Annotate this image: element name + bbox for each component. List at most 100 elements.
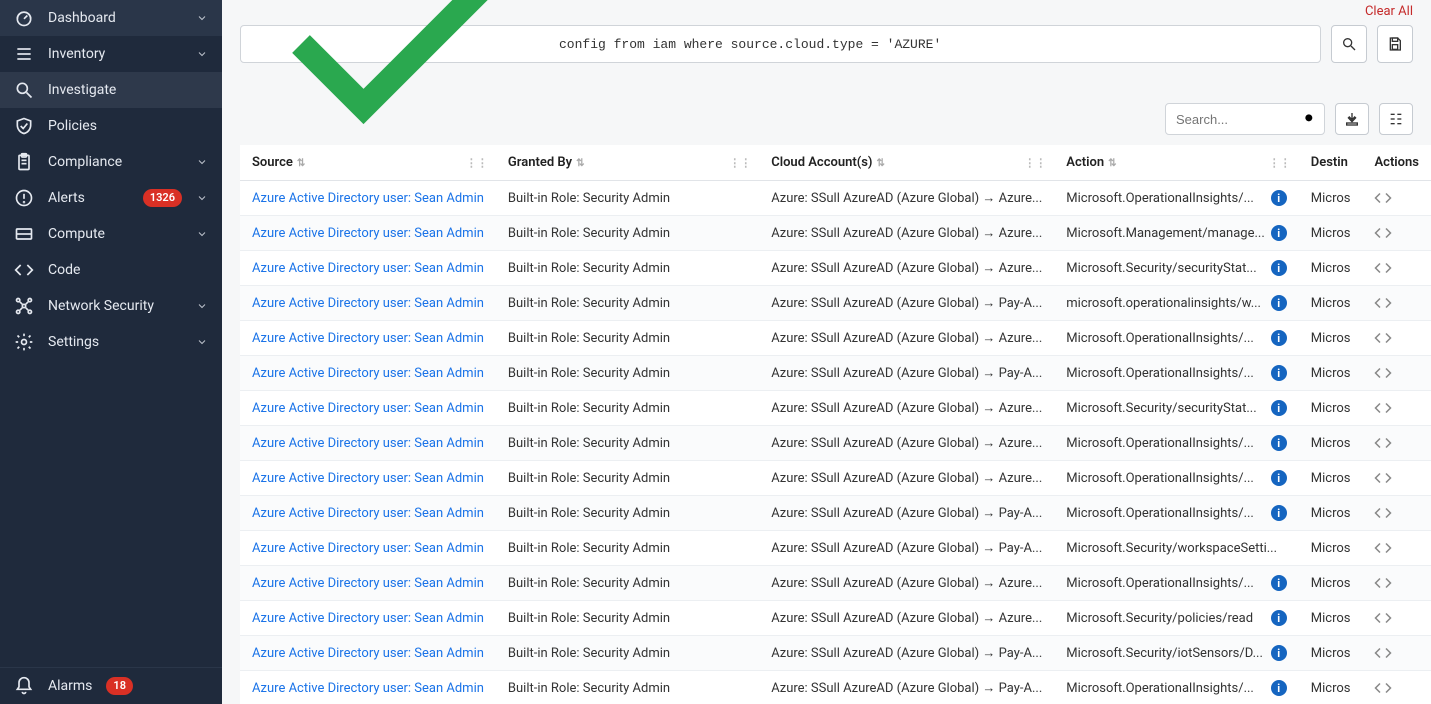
save-icon [1387,36,1403,52]
source-link[interactable]: Azure Active Directory user: Sean Admin [252,646,484,661]
cell-granted-by: Built-in Role: Security Admin [496,391,759,426]
view-json-button[interactable] [1374,189,1392,207]
view-json-button[interactable] [1374,539,1392,557]
source-link[interactable]: Azure Active Directory user: Sean Admin [252,471,484,486]
results-search-input[interactable] [1165,103,1325,135]
info-icon[interactable]: i [1271,505,1287,521]
sidebar-item-investigate[interactable]: Investigate [0,72,222,108]
view-json-button[interactable] [1374,574,1392,592]
cell-destination: Micros [1299,216,1363,251]
info-icon[interactable]: i [1271,435,1287,451]
view-json-button[interactable] [1374,259,1392,277]
source-link[interactable]: Azure Active Directory user: Sean Admin [252,261,484,276]
view-json-button[interactable] [1374,644,1392,662]
source-link[interactable]: Azure Active Directory user: Sean Admin [252,366,484,381]
view-json-button[interactable] [1374,364,1392,382]
sidebar-item-code[interactable]: Code [0,252,222,288]
info-icon[interactable]: i [1271,610,1287,626]
cell-cloud-accounts: Azure: SSull AzureAD (Azure Global) → Pa… [759,531,1054,566]
clear-all-link[interactable]: Clear All [1365,4,1413,19]
run-query-button[interactable] [1331,25,1367,63]
cell-actions [1362,566,1431,601]
sidebar-item-compliance[interactable]: Compliance [0,144,222,180]
sidebar-item-alerts[interactable]: Alerts1326 [0,180,222,216]
cell-action: Microsoft.Security/workspaceSetti... [1054,531,1299,566]
view-json-button[interactable] [1374,609,1392,627]
results-toolbar [222,63,1431,145]
cell-granted-by: Built-in Role: Security Admin [496,671,759,704]
view-json-button[interactable] [1374,224,1392,242]
info-icon[interactable]: i [1271,330,1287,346]
sidebar-item-label: Network Security [48,298,182,314]
sidebar-item-label: Policies [48,118,208,134]
sidebar-item-network-security[interactable]: Network Security [0,288,222,324]
query-input[interactable]: config from iam where source.cloud.type … [240,25,1321,63]
col-source[interactable]: Source⇅⋮⋮ [240,145,496,181]
source-link[interactable]: Azure Active Directory user: Sean Admin [252,611,484,626]
cell-action: Microsoft.Security/iotSensors/D...i [1054,636,1299,671]
info-icon[interactable]: i [1271,680,1287,696]
sidebar-item-compute[interactable]: Compute [0,216,222,252]
sidebar-nav: Dashboard InventoryInvestigate Policies Com… [0,0,222,667]
sidebar-item-policies[interactable]: Policies [0,108,222,144]
results-search [1165,103,1325,135]
info-icon[interactable]: i [1271,575,1287,591]
search-icon [14,80,34,100]
cell-source: Azure Active Directory user: Sean Admin [240,636,496,671]
table-row: Azure Active Directory user: Sean AdminB… [240,356,1431,391]
sidebar-item-inventory[interactable]: Inventory [0,36,222,72]
sidebar-item-alarms[interactable]: Alarms 18 [0,668,222,704]
view-json-button[interactable] [1374,434,1392,452]
cell-granted-by: Built-in Role: Security Admin [496,601,759,636]
info-icon[interactable]: i [1271,470,1287,486]
table-row: Azure Active Directory user: Sean AdminB… [240,566,1431,601]
sidebar-item-dashboard[interactable]: Dashboard [0,0,222,36]
info-icon[interactable]: i [1271,260,1287,276]
info-icon[interactable]: i [1271,400,1287,416]
alarms-badge: 18 [106,677,133,695]
source-link[interactable]: Azure Active Directory user: Sean Admin [252,191,484,206]
view-json-button[interactable] [1374,469,1392,487]
source-link[interactable]: Azure Active Directory user: Sean Admin [252,541,484,556]
download-button[interactable] [1335,103,1369,135]
source-link[interactable]: Azure Active Directory user: Sean Admin [252,296,484,311]
source-link[interactable]: Azure Active Directory user: Sean Admin [252,681,484,696]
info-icon[interactable]: i [1271,295,1287,311]
columns-button[interactable] [1379,103,1413,135]
info-icon[interactable]: i [1271,190,1287,206]
source-link[interactable]: Azure Active Directory user: Sean Admin [252,226,484,241]
view-json-button[interactable] [1374,399,1392,417]
cell-action: Microsoft.OperationalInsights/...i [1054,321,1299,356]
source-link[interactable]: Azure Active Directory user: Sean Admin [252,331,484,346]
inventory-icon [14,44,34,64]
info-icon[interactable]: i [1271,365,1287,381]
cell-destination: Micros [1299,496,1363,531]
info-icon[interactable]: i [1271,645,1287,661]
view-json-button[interactable] [1374,294,1392,312]
table-row: Azure Active Directory user: Sean AdminB… [240,531,1431,566]
chevron-down-icon [196,336,208,348]
info-icon[interactable]: i [1271,225,1287,241]
source-link[interactable]: Azure Active Directory user: Sean Admin [252,576,484,591]
sidebar-item-settings[interactable]: Settings [0,324,222,360]
view-json-button[interactable] [1374,679,1392,697]
col-destination[interactable]: Destin [1299,145,1363,181]
cell-source: Azure Active Directory user: Sean Admin [240,601,496,636]
source-link[interactable]: Azure Active Directory user: Sean Admin [252,506,484,521]
chevron-down-icon [196,48,208,60]
col-action[interactable]: Action⇅⋮⋮ [1054,145,1299,181]
save-query-button[interactable] [1377,25,1413,63]
col-cloud-accounts[interactable]: Cloud Account(s)⇅⋮⋮ [759,145,1054,181]
col-granted-by[interactable]: Granted By⇅⋮⋮ [496,145,759,181]
cell-cloud-accounts: Azure: SSull AzureAD (Azure Global) → Az… [759,181,1054,216]
cell-destination: Micros [1299,391,1363,426]
source-link[interactable]: Azure Active Directory user: Sean Admin [252,401,484,416]
view-json-button[interactable] [1374,504,1392,522]
cell-granted-by: Built-in Role: Security Admin [496,181,759,216]
view-json-button[interactable] [1374,329,1392,347]
source-link[interactable]: Azure Active Directory user: Sean Admin [252,436,484,451]
sidebar-item-label: Dashboard [48,10,182,26]
sidebar-item-label: Code [48,262,208,278]
cell-action: Microsoft.OperationalInsights/...i [1054,671,1299,704]
cell-granted-by: Built-in Role: Security Admin [496,251,759,286]
